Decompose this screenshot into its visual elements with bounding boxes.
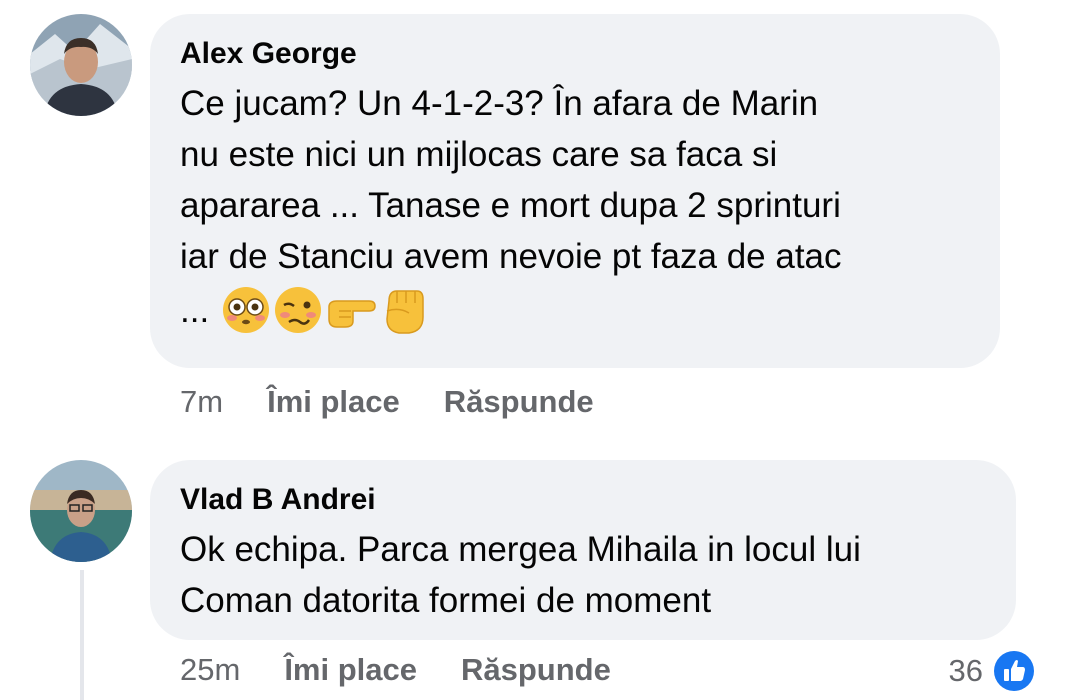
reaction-summary[interactable]: 36 bbox=[949, 650, 1035, 692]
comment-author[interactable]: Alex George bbox=[180, 36, 970, 72]
pointing-right-emoji bbox=[328, 300, 376, 328]
avatar-photo-icon bbox=[30, 14, 132, 116]
like-button[interactable]: Îmi place bbox=[267, 384, 400, 420]
thread-connector-line bbox=[80, 570, 84, 700]
comment-timestamp[interactable]: 7m bbox=[180, 384, 223, 420]
comment-text-line: Coman datorita formei de moment bbox=[180, 581, 712, 620]
woozy-face-emoji bbox=[275, 287, 322, 333]
comment-bubble: Vlad B Andrei Ok echipa. Parca mergea Mi… bbox=[150, 460, 1016, 640]
comment-text: Ce jucam? Un 4-1-2-3? În afara de Marin … bbox=[180, 78, 970, 282]
comment-actions: 7m Îmi place Răspunde bbox=[180, 384, 638, 420]
comment-text: Ok echipa. Parca mergea Mihaila in locul… bbox=[180, 524, 986, 626]
comment-text-line: iar de Stanciu avem nevoie pt faza de at… bbox=[180, 237, 842, 276]
comment-text-line: nu este nici un mijlocas care sa faca si bbox=[180, 135, 778, 174]
raised-fist-emoji bbox=[386, 290, 424, 334]
avatar[interactable] bbox=[30, 14, 132, 116]
comment-timestamp[interactable]: 25m bbox=[180, 652, 240, 688]
emoji-line: ... bbox=[180, 282, 970, 338]
ellipsis-text: ... bbox=[180, 290, 210, 330]
like-button[interactable]: Îmi place bbox=[284, 652, 417, 688]
comments-thread: Alex George Ce jucam? Un 4-1-2-3? În afa… bbox=[0, 0, 1065, 700]
comment-text-line: Ok echipa. Parca mergea Mihaila in locul… bbox=[180, 530, 861, 569]
comment-bubble: Alex George Ce jucam? Un 4-1-2-3? În afa… bbox=[150, 14, 1000, 368]
comment-text-line: apararea ... Tanase e mort dupa 2 sprint… bbox=[180, 186, 841, 225]
comment-text-line: Ce jucam? Un 4-1-2-3? În afara de Marin bbox=[180, 84, 819, 123]
comment-author[interactable]: Vlad B Andrei bbox=[180, 482, 986, 518]
reply-button[interactable]: Răspunde bbox=[461, 652, 611, 688]
reply-button[interactable]: Răspunde bbox=[444, 384, 594, 420]
comment-actions: 25m Îmi place Răspunde bbox=[180, 652, 655, 688]
reaction-count: 36 bbox=[948, 653, 983, 688]
flushed-face-emoji bbox=[223, 287, 270, 333]
avatar[interactable] bbox=[30, 460, 132, 562]
thumbs-up-icon bbox=[994, 651, 1034, 691]
avatar-photo-icon bbox=[30, 460, 132, 562]
